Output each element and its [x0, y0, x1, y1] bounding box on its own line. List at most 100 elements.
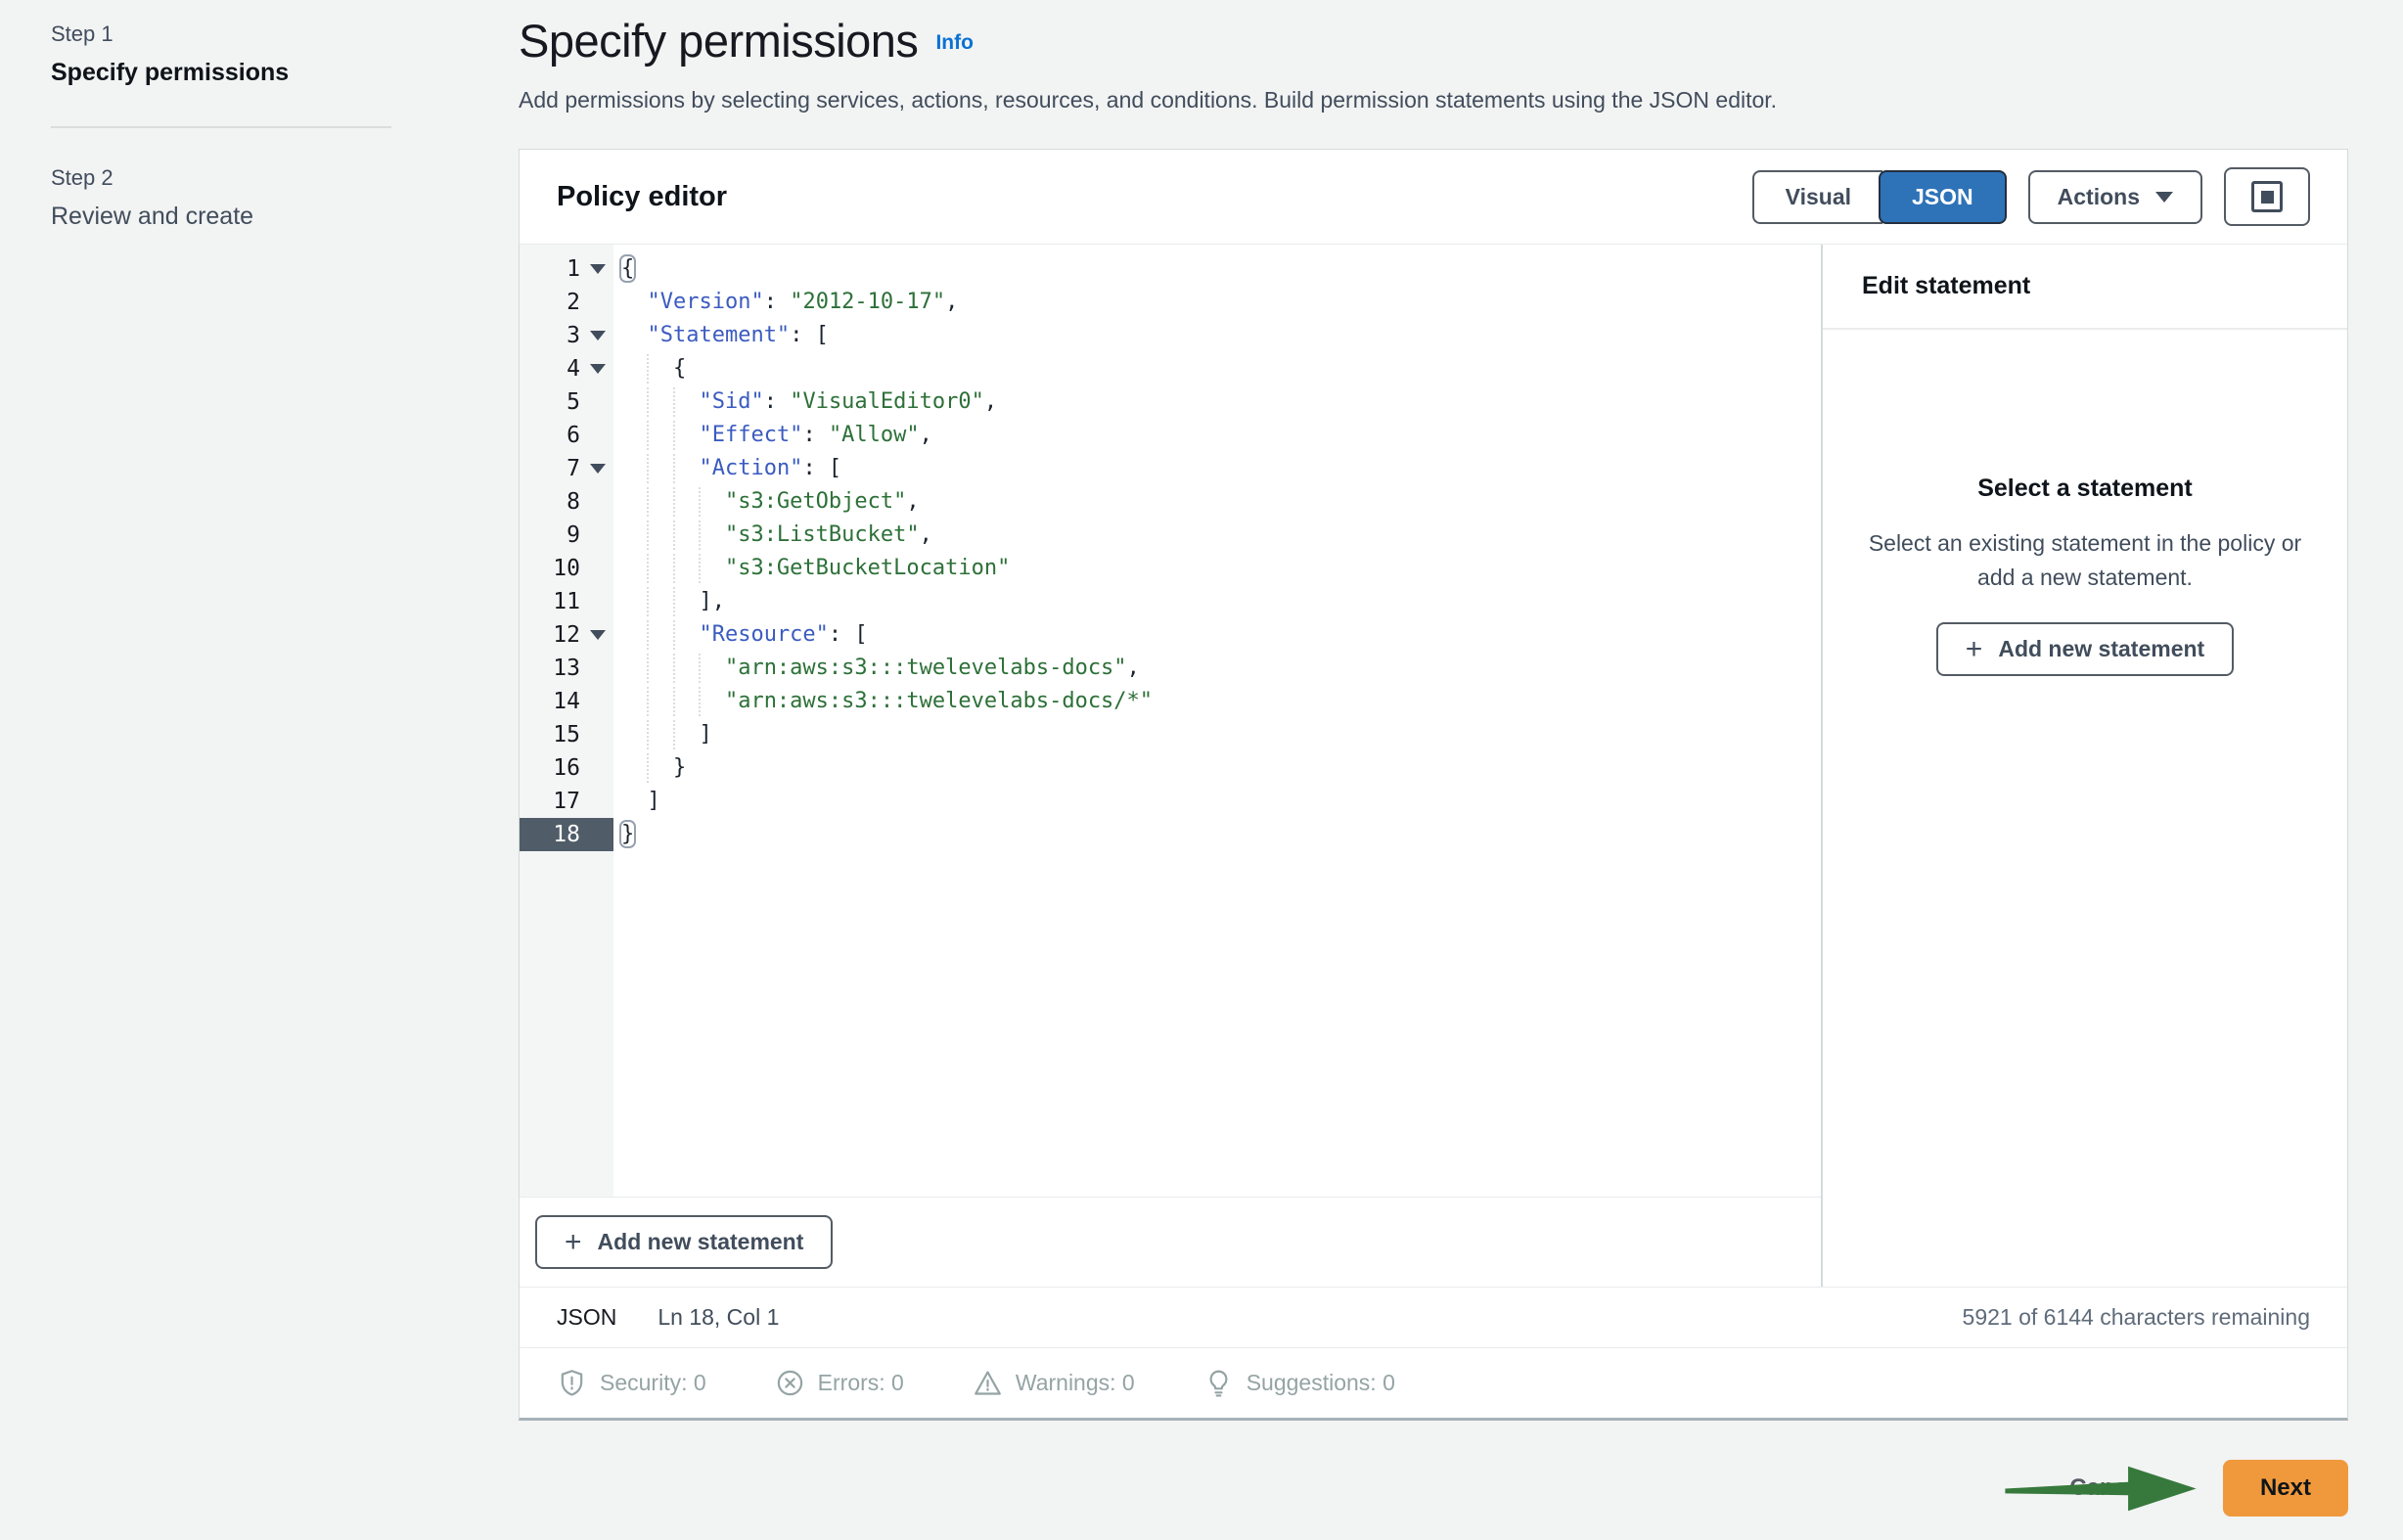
line-number[interactable]: 9: [520, 519, 613, 552]
fold-caret-icon[interactable]: [590, 264, 606, 274]
line-number[interactable]: 11: [520, 585, 613, 618]
line-number[interactable]: 16: [520, 751, 613, 785]
fold-gutter: [582, 785, 613, 818]
code-line-text[interactable]: ]: [613, 785, 1821, 818]
cancel-button[interactable]: Cancel: [2063, 1473, 2153, 1503]
line-number[interactable]: 2: [520, 286, 613, 319]
code-line-text[interactable]: ],: [613, 585, 1821, 618]
code-line[interactable]: 12"Resource": [: [520, 618, 1821, 652]
code-line[interactable]: 16}: [520, 751, 1821, 785]
json-punctuation: ,: [906, 489, 919, 514]
line-number[interactable]: 3: [520, 319, 613, 352]
code-line-text[interactable]: "Resource": [: [613, 618, 1821, 652]
policy-editor-card: Policy editor Visual JSON Actions 1{2"Ve…: [519, 149, 2348, 1421]
code-line[interactable]: 14"arn:aws:s3:::twelevelabs-docs/*": [520, 685, 1821, 718]
info-link[interactable]: Info: [935, 31, 973, 54]
code-line-text[interactable]: "Effect": "Allow",: [613, 419, 1821, 452]
fold-caret-icon[interactable]: [590, 364, 606, 374]
step2-title[interactable]: Review and create: [51, 203, 391, 231]
line-number[interactable]: 10: [520, 552, 613, 585]
indent-guide: [699, 521, 701, 550]
indent-guide: [647, 487, 649, 517]
code-line-text[interactable]: {: [613, 352, 1821, 385]
code-line[interactable]: 15]: [520, 718, 1821, 751]
code-line-text[interactable]: "arn:aws:s3:::twelevelabs-docs/*": [613, 685, 1821, 718]
json-key: "Resource": [699, 622, 828, 647]
line-number-label: 1: [520, 252, 582, 286]
line-number[interactable]: 6: [520, 419, 613, 452]
empty-state-description: Select an existing statement in the poli…: [1847, 526, 2323, 595]
code-line[interactable]: 7"Action": [: [520, 452, 1821, 485]
code-line-text[interactable]: {: [613, 252, 1821, 286]
json-punctuation: : [: [790, 323, 829, 347]
step2-label: Step 2: [51, 165, 391, 191]
indent-guide: [673, 687, 675, 716]
line-number[interactable]: 1: [520, 252, 613, 286]
code-line-text[interactable]: "s3:ListBucket",: [613, 519, 1821, 552]
json-key: "Statement": [647, 323, 790, 347]
fold-caret-icon[interactable]: [590, 464, 606, 474]
wizard-steps-nav: Step 1 Specify permissions Step 2 Review…: [51, 22, 391, 231]
code-line[interactable]: 10 "s3:GetBucketLocation": [520, 552, 1821, 585]
code-line[interactable]: 3"Statement": [: [520, 319, 1821, 352]
code-line[interactable]: 1{: [520, 252, 1821, 286]
code-line[interactable]: 8"s3:GetObject",: [520, 485, 1821, 519]
code-line-text[interactable]: "Statement": [: [613, 319, 1821, 352]
fold-gutter: [582, 452, 613, 485]
json-string: "s3:GetObject": [725, 489, 906, 514]
fold-gutter: [582, 618, 613, 652]
code-line-text[interactable]: "arn:aws:s3:::twelevelabs-docs",: [613, 652, 1821, 685]
line-number[interactable]: 17: [520, 785, 613, 818]
line-number[interactable]: 18: [520, 818, 613, 851]
code-line[interactable]: 18}: [520, 818, 1821, 851]
fold-caret-icon[interactable]: [590, 331, 606, 340]
code-line[interactable]: 17]: [520, 785, 1821, 818]
code-line-text[interactable]: }: [613, 751, 1821, 785]
line-number[interactable]: 7: [520, 452, 613, 485]
code-editor[interactable]: 1{2"Version": "2012-10-17",3"Statement":…: [520, 245, 1821, 1197]
code-line-text[interactable]: "Version": "2012-10-17",: [613, 286, 1821, 319]
add-new-statement-button-panel[interactable]: + Add new statement: [1936, 622, 2234, 676]
json-key: "Sid": [699, 389, 763, 414]
code-line[interactable]: 13"arn:aws:s3:::twelevelabs-docs",: [520, 652, 1821, 685]
json-punctuation: ,: [920, 522, 932, 547]
fold-caret-icon[interactable]: [590, 630, 606, 640]
json-tab[interactable]: JSON: [1879, 170, 2007, 224]
line-number[interactable]: 15: [520, 718, 613, 751]
code-line-text[interactable]: }: [613, 818, 1821, 851]
code-line-text[interactable]: "s3:GetBucketLocation": [613, 552, 1821, 585]
code-line[interactable]: 11],: [520, 585, 1821, 618]
line-number[interactable]: 8: [520, 485, 613, 519]
code-line-text[interactable]: "Sid": "VisualEditor0",: [613, 385, 1821, 419]
next-button[interactable]: Next: [2223, 1460, 2348, 1517]
code-line[interactable]: 6"Effect": "Allow",: [520, 419, 1821, 452]
json-key: "Version": [647, 290, 763, 314]
code-line-text[interactable]: "s3:GetObject",: [613, 485, 1821, 519]
json-string: "s3:GetBucketLocation": [725, 556, 1010, 580]
line-number[interactable]: 5: [520, 385, 613, 419]
line-number[interactable]: 4: [520, 352, 613, 385]
add-new-statement-button[interactable]: + Add new statement: [535, 1215, 833, 1269]
line-number[interactable]: 12: [520, 618, 613, 652]
check-item: Errors: 0: [775, 1368, 904, 1398]
check-label: Warnings: 0: [1016, 1370, 1135, 1396]
indent-guide: [699, 554, 701, 583]
step1-title[interactable]: Specify permissions: [51, 59, 391, 87]
plus-icon: +: [1966, 640, 1983, 659]
indent-guide: [673, 720, 675, 749]
expand-panel-button[interactable]: [2224, 167, 2310, 226]
code-line-text[interactable]: ]: [613, 718, 1821, 751]
code-line-text[interactable]: "Action": [: [613, 452, 1821, 485]
line-number[interactable]: 14: [520, 685, 613, 718]
actions-label: Actions: [2058, 184, 2140, 210]
code-line[interactable]: 4{: [520, 352, 1821, 385]
json-punctuation: : [: [829, 622, 868, 647]
indent-guide: [647, 687, 649, 716]
code-line[interactable]: 2"Version": "2012-10-17",: [520, 286, 1821, 319]
visual-tab[interactable]: Visual: [1752, 170, 1882, 224]
actions-dropdown-button[interactable]: Actions: [2028, 170, 2202, 224]
code-line[interactable]: 5"Sid": "VisualEditor0",: [520, 385, 1821, 419]
line-number[interactable]: 13: [520, 652, 613, 685]
code-line[interactable]: 9"s3:ListBucket",: [520, 519, 1821, 552]
indent-guide: [647, 753, 649, 783]
